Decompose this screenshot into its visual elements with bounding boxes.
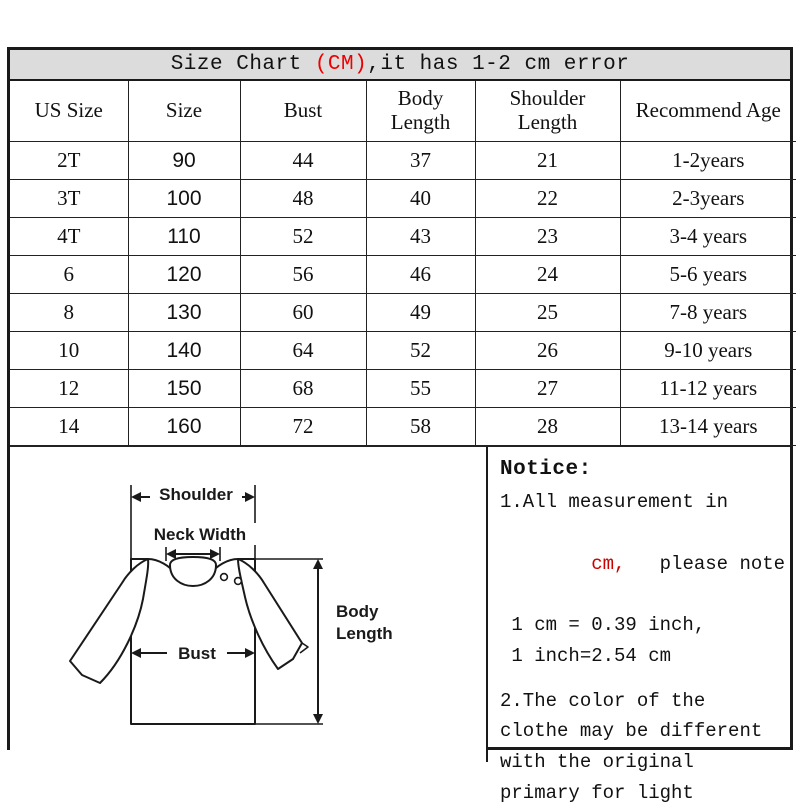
column-header-body-length: Body Length — [365, 81, 476, 142]
shoulder-arrow-right — [245, 492, 255, 502]
table-cell: 64 — [239, 331, 367, 370]
table-row: 6 120 56 46 24 5-6 years — [10, 255, 796, 294]
chart-title-suffix: ,it has 1-2 cm error — [367, 53, 630, 76]
notice-item1-line4: 1 inch=2.54 cm — [500, 644, 672, 667]
body-length-arrow-bottom — [313, 714, 323, 724]
shoulder-button-2 — [233, 576, 243, 586]
table-cell: 2-3years — [619, 179, 796, 218]
table-row: 3T 100 48 40 22 2-3years — [10, 179, 796, 218]
bust-label: Bust — [178, 644, 216, 663]
table-cell: 44 — [239, 141, 367, 180]
table-cell: 13-14 years — [619, 407, 796, 446]
table-cell: 37 — [365, 141, 476, 180]
table-cell: 11-12 years — [619, 369, 796, 408]
notice-item1-line2: cm, please note — [500, 518, 790, 610]
column-header-recommend-age: Recommend Age — [619, 81, 796, 142]
notice-item1-line2-rest: please note — [625, 552, 786, 575]
table-cell: 58 — [365, 407, 476, 446]
table-cell: 5-6 years — [619, 255, 796, 294]
table-cell: 110 — [127, 217, 241, 256]
table-cell: 120 — [127, 255, 241, 294]
bottom-section: Shoulder Neck Width Bust Body Length Not… — [10, 446, 790, 804]
chart-title-unit: (CM) — [314, 53, 368, 76]
shoulder-arrow-left — [131, 492, 141, 502]
table-cell: 40 — [365, 179, 476, 218]
table-cell: 2T — [10, 141, 129, 180]
chart-title: Size Chart (CM) ,it has 1-2 cm error — [10, 50, 790, 81]
column-header-shoulder-length: Shoulder Length — [474, 81, 621, 142]
table-cell: 56 — [239, 255, 367, 294]
notice-heading: Notice: — [500, 458, 592, 481]
column-header-bust: Bust — [239, 81, 367, 142]
notice-item2-line1: 2.The color of the — [500, 689, 706, 712]
table-row: 12 150 68 55 27 11-12 years — [10, 369, 796, 408]
table-cell: 4T — [10, 217, 129, 256]
table-cell: 90 — [127, 141, 241, 180]
table-row: 10 140 64 52 26 9-10 years — [10, 331, 796, 370]
notice-item1-line1: 1.All measurement in — [500, 491, 729, 514]
table-cell: 130 — [127, 293, 241, 332]
table-cell: 25 — [474, 293, 621, 332]
table-cell: 55 — [365, 369, 476, 408]
table-cell: 28 — [474, 407, 621, 446]
neck-width-arrow-right — [210, 549, 220, 559]
notice-item1-line3: 1 cm = 0.39 inch, — [500, 614, 706, 637]
table-cell: 1-2years — [619, 141, 796, 180]
table-cell: 9-10 years — [619, 331, 796, 370]
notice-gap — [500, 672, 790, 686]
table-cell: 46 — [365, 255, 476, 294]
table-cell: 52 — [239, 217, 367, 256]
table-cell: 21 — [474, 141, 621, 180]
table-cell: 3-4 years — [619, 217, 796, 256]
table-cell: 23 — [474, 217, 621, 256]
table-cell: 160 — [127, 407, 241, 446]
notice-unit-cm: cm, — [591, 552, 626, 575]
table-cell: 7-8 years — [619, 293, 796, 332]
size-chart-table: US Size Size Bust Body Length Shoulder L… — [10, 81, 796, 446]
table-cell: 150 — [127, 369, 241, 408]
table-cell: 8 — [10, 293, 129, 332]
table-row: 8 130 60 49 25 7-8 years — [10, 293, 796, 332]
table-cell: 12 — [10, 369, 129, 408]
neck-width-arrow-left — [166, 549, 176, 559]
column-header-size: Size — [127, 81, 241, 142]
table-cell: 10 — [10, 331, 129, 370]
table-cell: 3T — [10, 179, 129, 218]
notice-item2-line3: with the original — [500, 751, 694, 774]
table-cell: 68 — [239, 369, 367, 408]
table-row: 2T 90 44 37 21 1-2years — [10, 141, 796, 180]
garment-measurement-diagram: Shoulder Neck Width Bust Body Length — [69, 483, 408, 725]
shoulder-label: Shoulder — [159, 485, 233, 504]
shoulder-button-1 — [219, 572, 229, 582]
table-cell: 6 — [10, 255, 129, 294]
body-length-label-line1: Body — [336, 602, 379, 621]
table-cell: 49 — [365, 293, 476, 332]
notice-pane: Notice: 1.All measurement in cm, please … — [488, 447, 790, 804]
table-cell: 24 — [474, 255, 621, 294]
table-cell: 52 — [365, 331, 476, 370]
table-cell: 27 — [474, 369, 621, 408]
table-cell: 43 — [365, 217, 476, 256]
column-header-us-size: US Size — [10, 81, 129, 142]
notice-item2-line4: primary for light — [500, 781, 694, 804]
table-cell: 14 — [10, 407, 129, 446]
table-cell: 22 — [474, 179, 621, 218]
table-cell: 48 — [239, 179, 367, 218]
table-cell: 26 — [474, 331, 621, 370]
table-row: 14 160 72 58 28 13-14 years — [10, 407, 796, 446]
table-cell: 60 — [239, 293, 367, 332]
body-length-label-line2: Length — [336, 624, 393, 643]
garment-diagram-pane: Shoulder Neck Width Bust Body Length — [10, 447, 488, 762]
table-header-row: US Size Size Bust Body Length Shoulder L… — [10, 81, 796, 142]
table-cell: 100 — [127, 179, 241, 218]
chart-title-prefix: Size Chart — [170, 53, 315, 76]
size-chart-frame: Size Chart (CM) ,it has 1-2 cm error US S… — [7, 47, 796, 804]
neck-width-label: Neck Width — [154, 525, 246, 544]
table-cell: 140 — [127, 331, 241, 370]
table-cell: 72 — [239, 407, 367, 446]
table-row: 4T 110 52 43 23 3-4 years — [10, 217, 796, 256]
notice-item2-line2: clothe may be different — [500, 720, 763, 743]
body-length-arrow-top — [313, 559, 323, 569]
